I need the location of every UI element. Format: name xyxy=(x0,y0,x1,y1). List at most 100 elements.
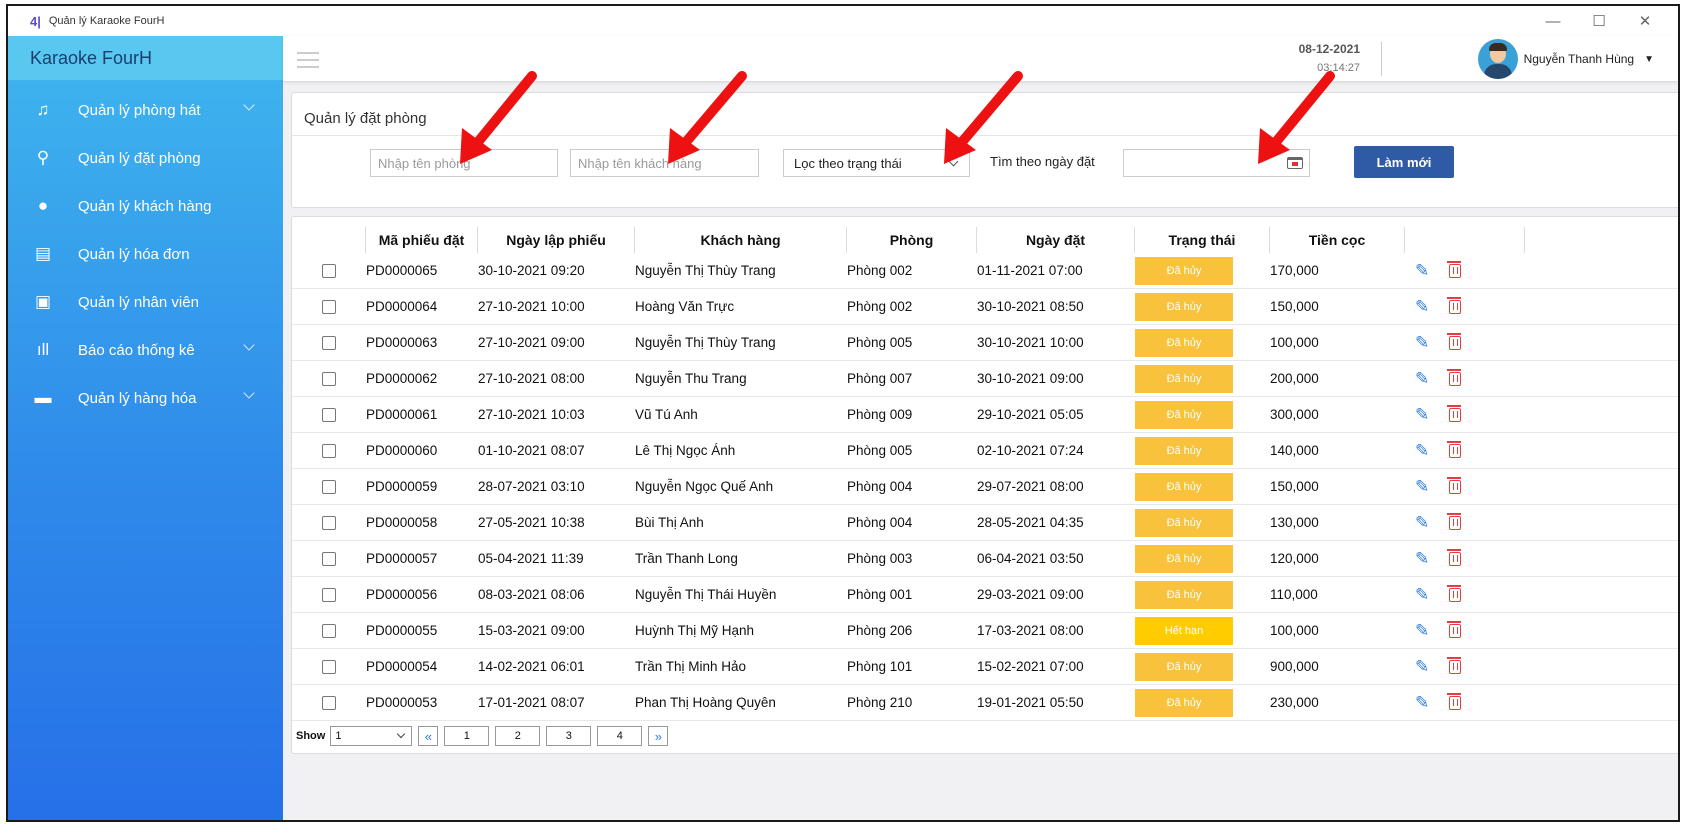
menu-toggle-icon[interactable] xyxy=(297,52,319,73)
delete-trash-icon[interactable] xyxy=(1447,692,1462,710)
edit-pencil-icon[interactable]: ✎ xyxy=(1415,297,1429,317)
delete-trash-icon[interactable] xyxy=(1447,404,1462,422)
row-checkbox[interactable] xyxy=(322,479,336,494)
table-row[interactable]: PD0000061 27-10-2021 10:03 Vũ Tú Anh Phòng … xyxy=(292,397,1678,433)
row-checkbox[interactable] xyxy=(322,407,336,422)
last-page-button[interactable]: » xyxy=(648,726,669,746)
edit-pencil-icon[interactable]: ✎ xyxy=(1415,513,1429,533)
page-button-2[interactable]: 2 xyxy=(495,726,541,746)
table-row[interactable]: PD0000058 27-05-2021 10:38 Bùi Thị Anh Phòn… xyxy=(292,505,1678,541)
edit-pencil-icon[interactable]: ✎ xyxy=(1415,549,1429,569)
table-row[interactable]: PD0000055 15-03-2021 09:00 Huỳnh Thị Mỹ Hạ… xyxy=(292,613,1678,649)
table-row[interactable]: PD0000054 14-02-2021 06:01 Trần Thị Minh H… xyxy=(292,649,1678,685)
window-controls: — ☐ ✕ xyxy=(1530,6,1668,36)
column-header-4[interactable]: Phòng xyxy=(847,227,977,253)
status-badge: Đã hủy xyxy=(1135,652,1233,681)
column-header-1[interactable]: Mã phiếu đặt xyxy=(366,227,478,253)
sidebar-item-1[interactable]: ⚲ Quản lý đặt phòng xyxy=(8,134,283,182)
column-header-6[interactable]: Trạng thái xyxy=(1135,227,1270,253)
table-row[interactable]: PD0000059 28-07-2021 03:10 Nguyễn Ngọc Quế… xyxy=(292,469,1678,505)
goods-icon: ▬ xyxy=(34,388,52,407)
close-button[interactable]: ✕ xyxy=(1622,12,1668,30)
edit-pencil-icon[interactable]: ✎ xyxy=(1415,405,1429,425)
booked-date: 17-03-2021 08:00 xyxy=(977,623,1084,638)
delete-trash-icon[interactable] xyxy=(1447,440,1462,458)
table-row[interactable]: PD0000064 27-10-2021 10:00 Hoàng Văn Trực P… xyxy=(292,289,1678,325)
table-row[interactable]: PD0000065 30-10-2021 09:20 Nguyễn Thị Thùy… xyxy=(292,253,1678,289)
user-menu[interactable]: Nguyễn Thanh Hùng ▼ xyxy=(1477,39,1654,79)
minimize-button[interactable]: — xyxy=(1530,13,1576,30)
delete-trash-icon[interactable] xyxy=(1447,512,1462,530)
sidebar-item-4[interactable]: ▣ Quản lý nhân viên xyxy=(8,278,283,326)
status-filter-select[interactable]: Lọc theo trạng thái xyxy=(783,149,970,177)
delete-trash-icon[interactable] xyxy=(1447,296,1462,314)
row-checkbox[interactable] xyxy=(322,551,336,566)
table-row[interactable]: PD0000063 27-10-2021 09:00 Nguyễn Thị Thùy… xyxy=(292,325,1678,361)
table-row[interactable]: PD0000060 01-10-2021 08:07 Lê Thị Ngọc Ánh… xyxy=(292,433,1678,469)
sidebar-item-0[interactable]: ♫ Quản lý phòng hát xyxy=(8,86,283,134)
sidebar-item-3[interactable]: ▤ Quản lý hóa đơn xyxy=(8,230,283,278)
first-page-button[interactable]: « xyxy=(418,726,439,746)
table-row[interactable]: PD0000056 08-03-2021 08:06 Nguyễn Thị Thái… xyxy=(292,577,1678,613)
row-checkbox[interactable] xyxy=(322,695,336,710)
refresh-button[interactable]: Làm mới xyxy=(1354,146,1454,178)
status-cell: Đã hủy xyxy=(1135,436,1270,465)
row-checkbox[interactable] xyxy=(322,623,336,638)
customer-name: Nguyễn Ngọc Quế Anh xyxy=(635,479,774,494)
row-checkbox[interactable] xyxy=(322,659,336,674)
sidebar-item-5[interactable]: ıll Báo cáo thống kê xyxy=(8,326,283,374)
column-header-7[interactable]: Tiền cọc xyxy=(1270,227,1405,253)
page-button-1[interactable]: 1 xyxy=(444,726,490,746)
edit-pencil-icon[interactable]: ✎ xyxy=(1415,477,1429,497)
edit-pencil-icon[interactable]: ✎ xyxy=(1415,261,1429,281)
booked-date: 30-10-2021 09:00 xyxy=(977,371,1084,386)
row-actions: ✎ xyxy=(1405,440,1525,461)
row-checkbox[interactable] xyxy=(322,443,336,458)
table-row[interactable]: PD0000057 05-04-2021 11:39 Trần Thanh Long… xyxy=(292,541,1678,577)
delete-trash-icon[interactable] xyxy=(1447,584,1462,602)
row-checkbox[interactable] xyxy=(322,263,336,278)
deposit: 230,000 xyxy=(1270,695,1319,710)
status-badge: Đã hủy xyxy=(1135,508,1233,537)
delete-trash-icon[interactable] xyxy=(1447,620,1462,638)
page-button-4[interactable]: 4 xyxy=(597,726,643,746)
delete-trash-icon[interactable] xyxy=(1447,476,1462,494)
row-checkbox[interactable] xyxy=(322,515,336,530)
edit-pencil-icon[interactable]: ✎ xyxy=(1415,585,1429,605)
column-header-2[interactable]: Ngày lập phiếu xyxy=(478,227,635,253)
table-row[interactable]: PD0000053 17-01-2021 08:07 Phan Thị Hoàng … xyxy=(292,685,1678,721)
edit-pencil-icon[interactable]: ✎ xyxy=(1415,657,1429,677)
delete-trash-icon[interactable] xyxy=(1447,368,1462,386)
created-date: 27-10-2021 08:00 xyxy=(478,371,585,386)
page-button-3[interactable]: 3 xyxy=(546,726,592,746)
row-checkbox[interactable] xyxy=(322,335,336,350)
row-select-cell xyxy=(292,479,366,494)
room-name-input[interactable] xyxy=(370,149,558,177)
calendar-icon[interactable] xyxy=(1287,157,1303,169)
delete-trash-icon[interactable] xyxy=(1447,548,1462,566)
row-checkbox[interactable] xyxy=(322,299,336,314)
edit-pencil-icon[interactable]: ✎ xyxy=(1415,441,1429,461)
sidebar-item-6[interactable]: ▬ Quản lý hàng hóa xyxy=(8,374,283,422)
chevron-down-icon xyxy=(243,99,255,111)
show-label: Show xyxy=(296,730,326,742)
column-header-5[interactable]: Ngày đặt xyxy=(977,227,1135,253)
edit-pencil-icon[interactable]: ✎ xyxy=(1415,369,1429,389)
edit-pencil-icon[interactable]: ✎ xyxy=(1415,333,1429,353)
page-size-select[interactable]: 1 xyxy=(330,726,413,746)
brand-title[interactable]: Karaoke FourH xyxy=(8,36,283,80)
customer-name-input[interactable] xyxy=(570,149,759,177)
row-checkbox[interactable] xyxy=(322,587,336,602)
delete-trash-icon[interactable] xyxy=(1447,332,1462,350)
table-row[interactable]: PD0000062 27-10-2021 08:00 Nguyễn Thu Tran… xyxy=(292,361,1678,397)
column-header-3[interactable]: Khách hàng xyxy=(635,227,847,253)
row-checkbox[interactable] xyxy=(322,371,336,386)
edit-pencil-icon[interactable]: ✎ xyxy=(1415,621,1429,641)
sidebar-item-2[interactable]: ● Quản lý khách hàng xyxy=(8,182,283,230)
delete-trash-icon[interactable] xyxy=(1447,656,1462,674)
date-filter-input[interactable] xyxy=(1123,149,1310,177)
maximize-button[interactable]: ☐ xyxy=(1576,12,1622,30)
delete-trash-icon[interactable] xyxy=(1447,260,1462,278)
created-date: 27-05-2021 10:38 xyxy=(478,515,585,530)
edit-pencil-icon[interactable]: ✎ xyxy=(1415,693,1429,713)
